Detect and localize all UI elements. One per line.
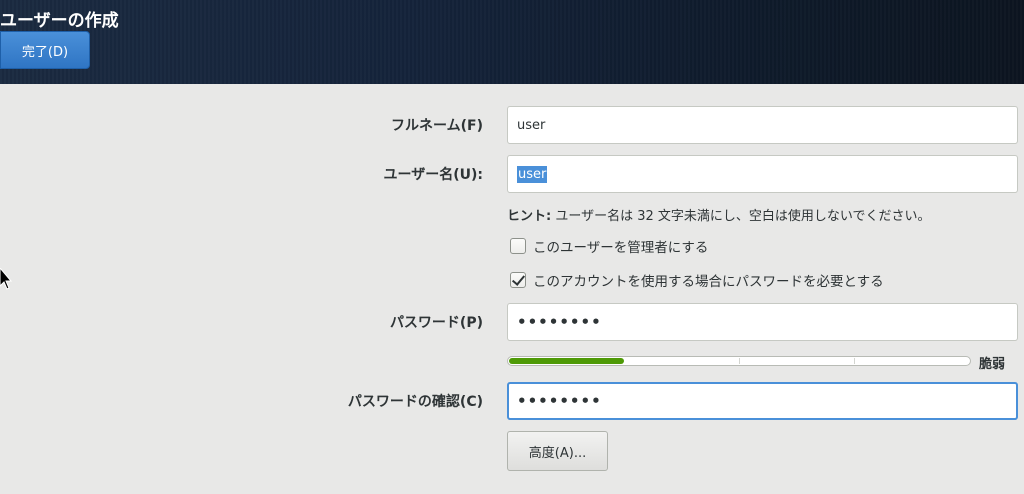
- username-value: user: [517, 165, 548, 183]
- confirm-password-value: ••••••••: [517, 392, 602, 410]
- require-password-checkbox[interactable]: [510, 272, 526, 288]
- confirm-password-label: パスワードの確認(C): [347, 394, 483, 410]
- mouse-pointer-icon: [0, 268, 13, 290]
- username-hint: ヒント: ユーザー名は 32 文字未満にし、空白は使用しないでください。: [507, 205, 931, 224]
- admin-checkbox[interactable]: [510, 238, 526, 254]
- password-strength-label: 脆弱: [979, 357, 1006, 372]
- username-label: ユーザー名(U):: [383, 167, 483, 183]
- password-strength-fill: [509, 358, 624, 364]
- admin-checkbox-label: このユーザーを管理者にする: [533, 240, 709, 256]
- advanced-button[interactable]: 高度(A)...: [507, 431, 608, 471]
- hint-text: ユーザー名は 32 文字未満にし、空白は使用しないでください。: [555, 209, 931, 224]
- password-strength-bar: [507, 356, 971, 366]
- header-bar: ユーザーの作成 完了(D): [0, 0, 1024, 84]
- password-value: ••••••••: [517, 313, 602, 331]
- done-button[interactable]: 完了(D): [0, 31, 90, 69]
- require-password-checkbox-row[interactable]: このアカウントを使用する場合にパスワードを必要とする: [510, 270, 884, 290]
- strength-divider: [739, 358, 740, 364]
- fullname-label: フルネーム(F): [391, 118, 483, 134]
- require-password-checkbox-label: このアカウントを使用する場合にパスワードを必要とする: [533, 274, 884, 290]
- username-field[interactable]: user: [507, 155, 1018, 193]
- strength-divider: [854, 358, 855, 364]
- password-label: パスワード(P): [389, 315, 483, 331]
- page-title: ユーザーの作成: [0, 11, 119, 31]
- hint-prefix: ヒント:: [507, 209, 552, 224]
- confirm-password-field[interactable]: ••••••••: [507, 382, 1018, 420]
- admin-checkbox-row[interactable]: このユーザーを管理者にする: [510, 236, 708, 256]
- fullname-value: user: [517, 117, 546, 133]
- password-field[interactable]: ••••••••: [507, 303, 1018, 341]
- fullname-field[interactable]: user: [507, 106, 1018, 144]
